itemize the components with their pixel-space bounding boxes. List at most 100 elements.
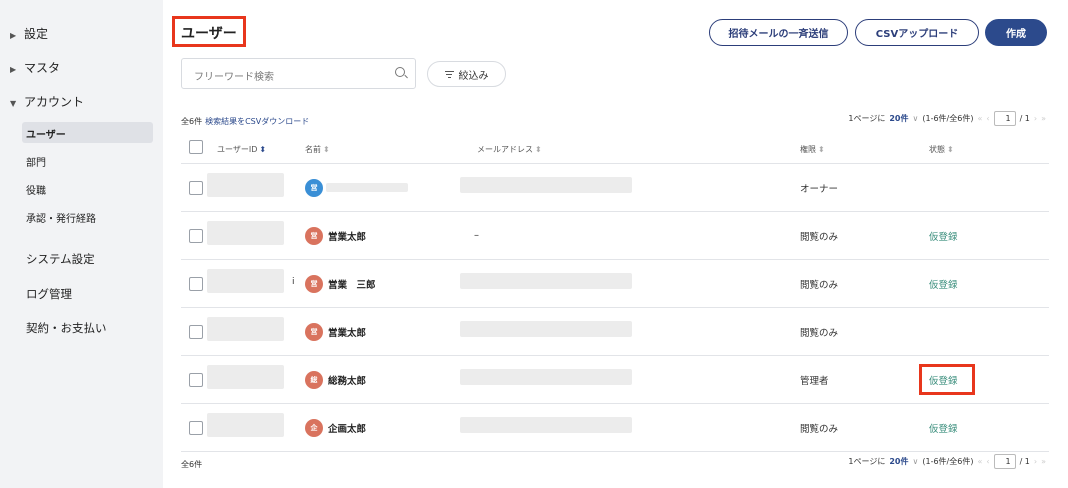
invite-email-button[interactable]: 招待メールの一斉送信 — [709, 19, 848, 46]
next-page-icon[interactable]: › — [1034, 457, 1037, 466]
user-name[interactable]: 営業太郎 — [328, 229, 366, 243]
sidebar-item-account[interactable]: ▼ アカウント — [10, 93, 84, 110]
avatar: 営 — [305, 227, 323, 245]
table-row[interactable]: 企 企画太郎 閲覧のみ 仮登録 — [181, 404, 1049, 452]
sidebar-item-contract-payment[interactable]: 契約・お支払い — [26, 320, 107, 336]
caret-down-icon: ▼ — [10, 99, 17, 108]
table-row[interactable]: 営 オーナー — [181, 164, 1049, 212]
role-cell: 閲覧のみ — [800, 328, 839, 339]
user-id-placeholder — [207, 365, 284, 389]
role-cell: 閲覧のみ — [800, 424, 839, 435]
caret-right-icon: ▶ — [10, 65, 17, 74]
name-placeholder — [326, 183, 408, 192]
user-id-placeholder — [207, 221, 284, 245]
sort-icon: ⬍ — [947, 145, 954, 154]
avatar: 営 — [305, 323, 323, 341]
highlight-box — [919, 364, 975, 395]
sidebar-item-log-management[interactable]: ログ管理 — [26, 286, 72, 302]
email-cell: – — [474, 230, 479, 241]
csv-download-link[interactable]: 検索結果をCSVダウンロード — [205, 117, 309, 126]
first-page-icon[interactable]: « — [977, 114, 982, 123]
column-status[interactable]: 状態 ⬍ — [929, 144, 954, 155]
sort-icon: ⬍ — [535, 145, 542, 154]
search-icon[interactable] — [395, 67, 405, 77]
page-input[interactable]: 1 — [993, 454, 1016, 469]
pagination-top: 1ページに 20件 ∨ (1-6件/全6件) «‹ 1 / 1 ›» — [848, 111, 1046, 126]
sidebar-item-master[interactable]: ▶ マスタ — [10, 59, 60, 76]
avatar: 営 — [305, 275, 323, 293]
filter-label: 絞込み — [458, 70, 489, 82]
email-placeholder — [460, 273, 632, 289]
row-checkbox[interactable] — [189, 373, 203, 387]
role-cell: オーナー — [800, 184, 839, 195]
per-page-select[interactable]: 20件 — [889, 456, 908, 467]
role-cell: 閲覧のみ — [800, 280, 839, 291]
csv-upload-button[interactable]: CSVアップロード — [855, 19, 979, 46]
user-id-placeholder — [207, 317, 284, 341]
email-placeholder — [460, 417, 632, 433]
last-page-icon[interactable]: » — [1041, 114, 1046, 123]
avatar: 営 — [305, 179, 323, 197]
first-page-icon[interactable]: « — [977, 457, 982, 466]
table-row[interactable]: 営 営業太郎 – 閲覧のみ 仮登録 — [181, 212, 1049, 260]
row-checkbox[interactable] — [189, 325, 203, 339]
column-email[interactable]: メールアドレス ⬍ — [477, 144, 542, 155]
table-row[interactable]: i 営 営業 三郎 閲覧のみ 仮登録 — [181, 260, 1049, 308]
sidebar-item-positions[interactable]: 役職 — [26, 182, 46, 197]
next-page-icon[interactable]: › — [1034, 114, 1037, 123]
filter-icon — [444, 70, 454, 78]
email-placeholder — [460, 321, 632, 337]
user-name[interactable]: 営業 三郎 — [328, 277, 376, 291]
status-badge: 仮登録 — [929, 232, 958, 243]
table-header: ユーザーID ⬍ 名前 ⬍ メールアドレス ⬍ 権限 ⬍ 状態 ⬍ — [181, 134, 1049, 164]
pagination-bottom: 1ページに 20件 ∨ (1-6件/全6件) «‹ 1 / 1 ›» — [848, 454, 1046, 469]
create-button[interactable]: 作成 — [985, 19, 1047, 46]
last-page-icon[interactable]: » — [1041, 457, 1046, 466]
sort-asc-icon: ⬍ — [259, 145, 267, 154]
role-cell: 管理者 — [800, 376, 829, 387]
status-badge: 仮登録 — [929, 424, 958, 435]
user-name[interactable]: 営業太郎 — [328, 325, 366, 339]
chevron-down-icon[interactable]: ∨ — [913, 114, 919, 123]
sidebar-item-users[interactable]: ユーザー — [22, 122, 153, 143]
select-all-checkbox[interactable] — [189, 140, 203, 154]
footer-count: 全6件 — [181, 460, 203, 469]
user-id-placeholder — [207, 269, 284, 293]
search-placeholder: フリーワード検索 — [194, 72, 274, 83]
user-id-placeholder — [207, 413, 284, 437]
email-placeholder — [460, 177, 632, 193]
search-input[interactable]: フリーワード検索 — [181, 58, 416, 89]
table-row[interactable]: 営 営業太郎 閲覧のみ — [181, 308, 1049, 356]
row-checkbox[interactable] — [189, 277, 203, 291]
sidebar-item-settings[interactable]: ▶ 設定 — [10, 25, 48, 42]
sidebar-item-system-settings[interactable]: システム設定 — [26, 251, 95, 267]
result-count: 全6件 検索結果をCSVダウンロード — [181, 117, 310, 126]
sidebar: ▶ 設定 ▶ マスタ ▼ アカウント ユーザー 部門 役職 承認・発行経路 システム設… — [0, 0, 163, 488]
table-row[interactable]: 総 総務太郎 管理者 仮登録 — [181, 356, 1049, 404]
user-name[interactable]: 総務太郎 — [328, 373, 366, 387]
user-id-fragment: i — [292, 277, 295, 287]
filter-button[interactable]: 絞込み — [427, 61, 506, 87]
row-checkbox[interactable] — [189, 229, 203, 243]
sidebar-item-approval-routes[interactable]: 承認・発行経路 — [26, 210, 96, 225]
sidebar-item-departments[interactable]: 部門 — [26, 154, 46, 169]
page-input[interactable]: 1 — [993, 111, 1016, 126]
prev-page-icon[interactable]: ‹ — [986, 457, 989, 466]
avatar: 総 — [305, 371, 323, 389]
main-content: ユーザー 招待メールの一斉送信 CSVアップロード 作成 フリーワード検索 絞込… — [163, 0, 1068, 488]
column-role[interactable]: 権限 ⬍ — [800, 144, 825, 155]
page-title: ユーザー — [172, 16, 246, 47]
prev-page-icon[interactable]: ‹ — [986, 114, 989, 123]
caret-right-icon: ▶ — [10, 31, 17, 40]
avatar: 企 — [305, 419, 323, 437]
row-checkbox[interactable] — [189, 181, 203, 195]
column-user-id[interactable]: ユーザーID ⬍ — [217, 144, 266, 155]
chevron-down-icon[interactable]: ∨ — [913, 457, 919, 466]
row-checkbox[interactable] — [189, 421, 203, 435]
sort-icon: ⬍ — [818, 145, 825, 154]
column-name[interactable]: 名前 ⬍ — [305, 144, 330, 155]
user-name[interactable]: 企画太郎 — [328, 421, 366, 435]
role-cell: 閲覧のみ — [800, 232, 839, 243]
per-page-select[interactable]: 20件 — [889, 113, 908, 124]
status-badge: 仮登録 — [929, 280, 958, 291]
